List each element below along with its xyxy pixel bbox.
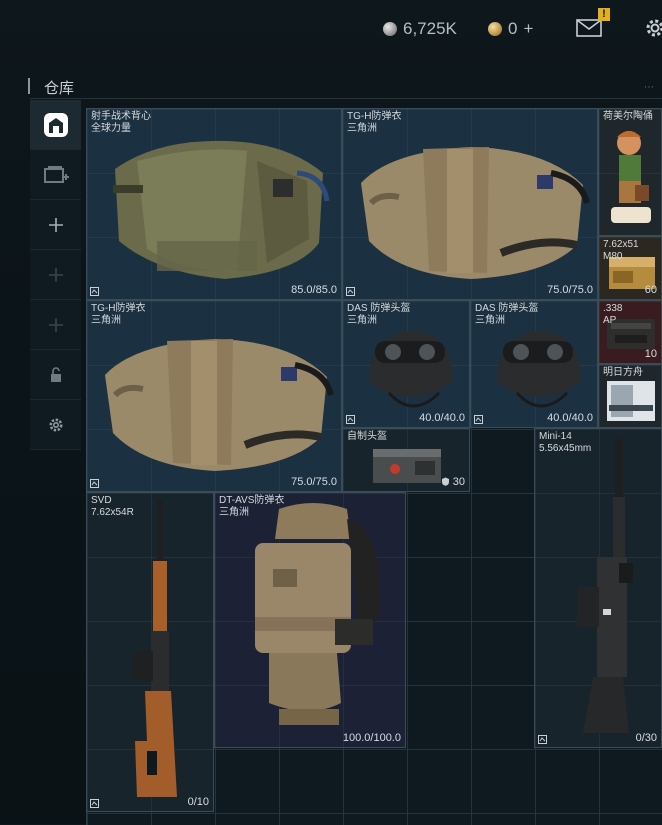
item-sniper-vest[interactable]: 射手战术背心 全球力量 85.0/85.0 <box>86 108 342 300</box>
item-das-helmet[interactable]: DAS 防弹头盔 三角洲 40.0/40.0 <box>342 300 470 428</box>
insured-icon <box>346 415 355 424</box>
item-name: .338 AP <box>603 303 623 326</box>
item-durability: 40.0/40.0 <box>547 412 593 424</box>
item-durability: 30 <box>441 476 465 488</box>
item-name: DAS 防弹头盔 三角洲 <box>347 303 411 326</box>
insured-icon <box>346 287 355 296</box>
plus-icon <box>48 267 63 282</box>
item-name: 7.62x51 M80 <box>603 239 639 262</box>
tactical-vest-art <box>113 140 330 279</box>
add-slot-3[interactable] <box>30 300 81 350</box>
item-homemade-helmet[interactable]: 自制头盔 30 <box>342 428 470 492</box>
section-title: 仓库 <box>44 80 75 97</box>
section-marker <box>28 78 30 94</box>
plate-carrier-art <box>255 503 380 725</box>
helmet-art <box>497 331 581 408</box>
rifle-art <box>577 437 633 733</box>
top-bar: 6,725K 0 + ! <box>0 0 662 58</box>
item-count: 60 <box>644 284 657 296</box>
settings-icon[interactable] <box>644 17 662 39</box>
add-slot-2[interactable] <box>30 250 81 300</box>
settings-tab[interactable] <box>30 400 81 450</box>
plus-icon <box>48 317 63 332</box>
storage-sidebar <box>30 100 81 450</box>
item-ammo-count: 0/10 <box>187 796 209 808</box>
mail-badge: ! <box>598 8 610 21</box>
roubles-display[interactable]: 6,725K <box>383 19 457 39</box>
insured-icon <box>474 415 483 424</box>
body-armor-art <box>105 339 334 471</box>
mail-icon[interactable] <box>576 19 602 37</box>
item-name: DAS 防弹头盔 三角洲 <box>475 303 539 326</box>
item-ammo-762x51[interactable]: 7.62x51 M80 60 <box>598 236 662 300</box>
item-mini14-rifle[interactable]: Mini-14 5.56x45mm 0/30 <box>534 428 662 748</box>
item-name: 射手战术背心 全球力量 <box>91 111 151 134</box>
item-ammo-count: 0/30 <box>635 732 657 744</box>
item-name: TG-H防弹衣 三角洲 <box>347 111 402 134</box>
insured-icon <box>538 735 547 744</box>
item-durability: 75.0/75.0 <box>291 476 337 488</box>
lock-tab[interactable] <box>30 350 81 400</box>
item-durability: 40.0/40.0 <box>419 412 465 424</box>
shield-icon <box>441 477 449 486</box>
add-storage-tab[interactable] <box>30 150 81 200</box>
figurine-art <box>611 131 651 223</box>
rifle-art <box>133 501 177 797</box>
warehouse-tab[interactable] <box>30 100 81 150</box>
item-name: 自制头盔 <box>347 431 387 442</box>
item-name: 明日方舟 <box>603 367 643 378</box>
item-das-helmet[interactable]: DAS 防弹头盔 三角洲 40.0/40.0 <box>470 300 598 428</box>
item-tgh-vest[interactable]: TG-H防弹衣 三角洲 75.0/75.0 <box>86 300 342 492</box>
plus-icon <box>48 217 63 232</box>
silver-coin-icon <box>383 22 397 36</box>
item-durability: 100.0/100.0 <box>342 732 401 744</box>
crate-helmet-icon <box>373 449 441 483</box>
section-divider <box>30 98 662 99</box>
item-name: Mini-14 5.56x45mm <box>539 431 592 454</box>
item-name: TG-H防弹衣 三角洲 <box>91 303 146 326</box>
coins-add-button[interactable]: + <box>523 19 533 39</box>
item-ammo-338[interactable]: .338 AP 10 <box>598 300 662 364</box>
item-name: 荷美尔陶俑 <box>603 111 653 122</box>
item-count: 10 <box>644 348 657 360</box>
item-figurine[interactable]: 荷美尔陶俑 <box>598 108 662 236</box>
roubles-value: 6,725K <box>403 19 457 38</box>
body-armor-art <box>361 147 590 279</box>
item-svd-rifle[interactable]: SVD 7.62x54R 0/10 <box>86 492 214 812</box>
gold-coin-icon <box>488 22 502 36</box>
insured-icon <box>90 479 99 488</box>
more-options-icon[interactable]: ⋯ <box>644 82 655 93</box>
item-dtavs-vest[interactable]: DT-AVS防弹衣 三角洲 100.0/100.0 <box>214 492 406 748</box>
item-durability: 75.0/75.0 <box>547 284 593 296</box>
helmet-art <box>369 331 453 408</box>
add-slot-1[interactable] <box>30 200 81 250</box>
gear-icon <box>49 418 62 431</box>
lock-icon <box>50 366 61 382</box>
item-durability: 85.0/85.0 <box>291 284 337 296</box>
item-name: SVD 7.62x54R <box>91 495 134 518</box>
coins-value: 0 <box>508 19 518 38</box>
add-card-icon <box>43 165 69 183</box>
warehouse-icon <box>43 112 68 137</box>
insured-icon <box>90 287 99 296</box>
item-name: DT-AVS防弹衣 三角洲 <box>219 495 285 518</box>
insured-icon <box>90 799 99 808</box>
coins-display[interactable]: 0 + <box>488 19 533 39</box>
collectible-card-icon <box>607 381 655 421</box>
item-tgh-vest[interactable]: TG-H防弹衣 三角洲 75.0/75.0 <box>342 108 598 300</box>
item-arknights-card[interactable]: 明日方舟 <box>598 364 662 428</box>
